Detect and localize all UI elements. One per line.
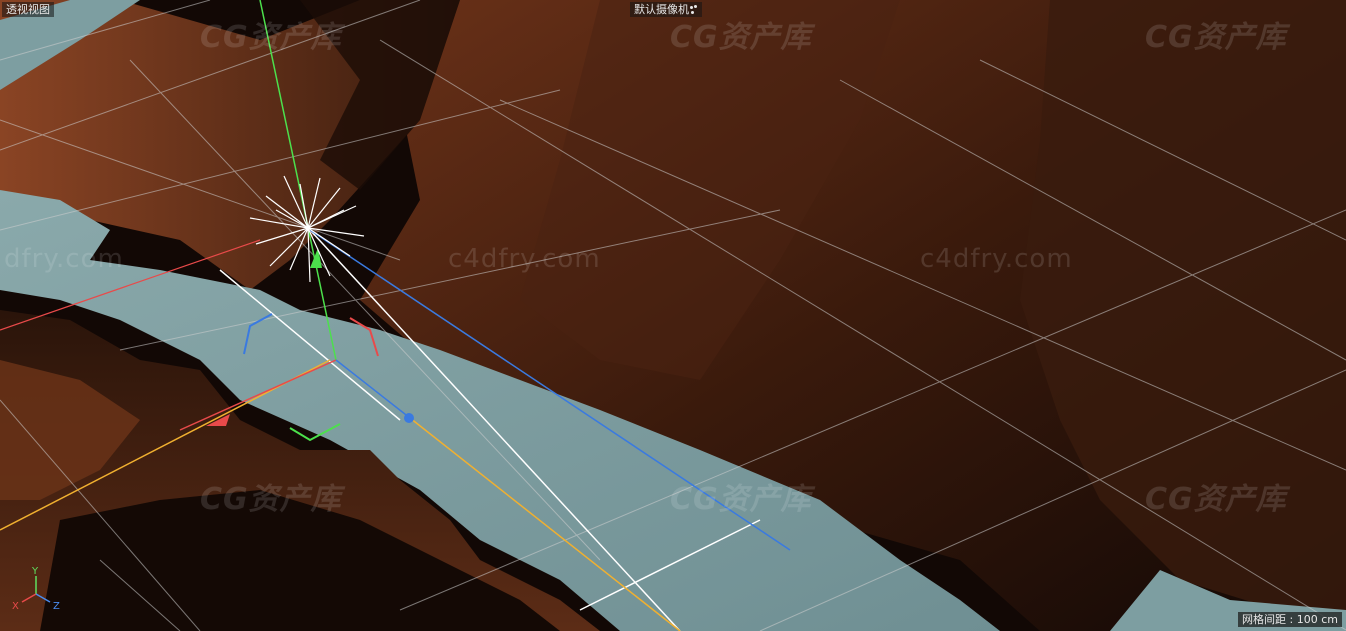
gizmo-z-label: Z (53, 601, 60, 612)
axis-orientation-gizmo: Y X Z (12, 566, 60, 612)
gizmo-z-axis (35, 593, 51, 603)
grid-spacing-readout: 网格间距 : 100 cm (1238, 612, 1342, 627)
view-name-label[interactable]: 透视视图 (2, 2, 54, 17)
scene-render[interactable] (0, 0, 1346, 631)
camera-selector[interactable]: 默认摄像机 (630, 2, 702, 17)
handle-z-dot (404, 413, 414, 423)
gizmo-y-label: Y (31, 566, 39, 577)
camera-label: 默认摄像机 (634, 3, 689, 16)
gizmo-x-axis (21, 593, 37, 603)
camera-dots-icon (690, 4, 698, 15)
perspective-viewport[interactable]: CG资产库 CG资产库 CG资产库 dfry.com c4dfry.com c4… (0, 0, 1346, 631)
gizmo-x-label: X (12, 601, 19, 612)
